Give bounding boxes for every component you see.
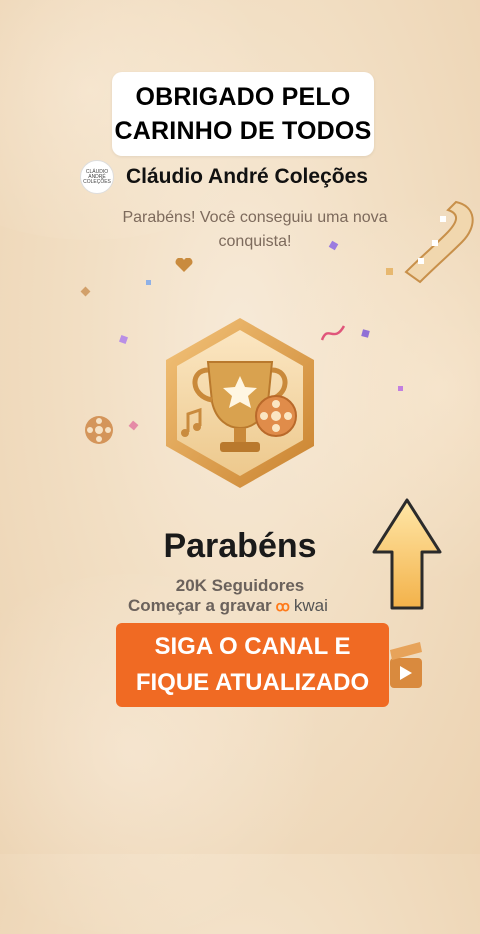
overlay-title: OBRIGADO PELO CARINHO DE TODOS [112,72,374,156]
overlay-title-line-2: CARINHO DE TODOS [114,117,372,145]
cta-line-1: SIGA O CANAL E [154,633,351,660]
start-recording-label: Começar a gravar [128,596,272,615]
channel-name[interactable]: Cláudio André Coleções [126,165,368,189]
ribbon-icon [320,325,346,341]
confetti [80,286,91,297]
film-reel-icon [85,416,113,444]
overlay-title-line-1: OBRIGADO PELO [135,83,351,111]
achievement-message: Parabéns! Você conseguiu uma nova conqui… [122,209,388,250]
clapperboard-icon [390,642,422,688]
channel-logo-text: CLÁUDIO ANDRÉ COLEÇÕES [83,168,111,185]
arrow-up-icon [372,498,442,610]
confetti [119,335,128,344]
kwai-brand: kwai [293,596,328,615]
trophy-badge-icon [166,318,314,488]
kwai-logo-icon: ꝏ [275,597,290,614]
confetti [386,268,393,275]
channel-logo[interactable]: CLÁUDIO ANDRÉ COLEÇÕES [80,160,114,194]
cta-line-2: FIQUE ATUALIZADO [135,669,370,696]
heart-icon [175,258,193,272]
confetti [398,386,403,391]
start-recording-row[interactable]: Começar a gravar ꝏ kwai [128,596,328,616]
confetti [146,280,151,285]
film-strip-icon [404,200,474,284]
channel-row[interactable]: CLÁUDIO ANDRÉ COLEÇÕES Cláudio André Col… [80,160,368,194]
follow-channel-cta[interactable]: SIGA O CANAL E FIQUE ATUALIZADO [116,623,389,707]
confetti [128,420,139,431]
